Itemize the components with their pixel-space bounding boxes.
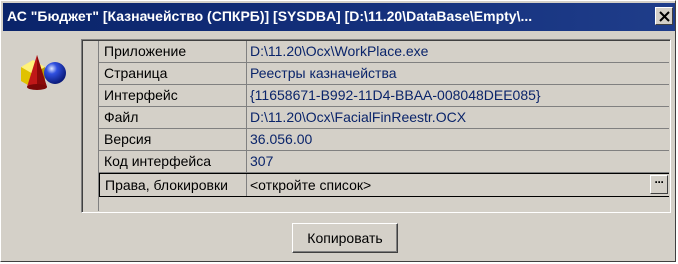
property-name: Версия	[99, 129, 247, 150]
properties-grid[interactable]: Приложение D:\11.20\Ocx\WorkPlace.exe Ст…	[81, 39, 671, 213]
table-row[interactable]: Приложение D:\11.20\Ocx\WorkPlace.exe	[99, 41, 669, 63]
property-name: Права, блокировки	[99, 174, 247, 196]
property-name: Файл	[99, 107, 247, 128]
property-value[interactable]: <откройте список>	[247, 174, 669, 196]
table-row-selected[interactable]: Права, блокировки <откройте список> ···	[99, 173, 669, 197]
table-row[interactable]: Страница Реестры казначейства	[99, 63, 669, 85]
property-name: Приложение	[99, 41, 247, 62]
table-row[interactable]: Код интерфейса 307	[99, 151, 669, 173]
property-name: Интерфейс	[99, 85, 247, 106]
window-title: АС "Бюджет" [Казначейство (СПКРБ)] [SYSD…	[7, 8, 533, 24]
table-row[interactable]: Файл D:\11.20\Ocx\FacialFinReestr.OCX	[99, 107, 669, 129]
ellipsis-button[interactable]: ···	[650, 175, 668, 194]
property-name: Страница	[99, 63, 247, 84]
property-value[interactable]: {11658671-B992-11D4-BBAA-008048DEE085}	[247, 85, 669, 106]
property-value[interactable]: D:\11.20\Ocx\WorkPlace.exe	[247, 41, 669, 62]
dialog-window: АС "Бюджет" [Казначейство (СПКРБ)] [SYSD…	[0, 0, 676, 262]
property-name: Код интерфейса	[99, 151, 247, 172]
property-value[interactable]: 36.056.00	[247, 129, 669, 150]
table-row[interactable]: Версия 36.056.00	[99, 129, 669, 151]
properties-rows: Приложение D:\11.20\Ocx\WorkPlace.exe Ст…	[99, 41, 669, 197]
row-indicator-column	[83, 41, 99, 211]
table-row[interactable]: Интерфейс {11658671-B992-11D4-BBAA-00804…	[99, 85, 669, 107]
property-value[interactable]: D:\11.20\Ocx\FacialFinReestr.OCX	[247, 107, 669, 128]
grid-frame: Приложение D:\11.20\Ocx\WorkPlace.exe Ст…	[82, 40, 670, 212]
title-bar[interactable]: АС "Бюджет" [Казначейство (СПКРБ)] [SYSD…	[3, 3, 675, 31]
close-button[interactable]	[655, 7, 673, 25]
close-icon	[659, 11, 670, 22]
property-value[interactable]: Реестры казначейства	[247, 63, 669, 84]
property-value[interactable]: 307	[247, 151, 669, 172]
shapes-icon	[15, 47, 75, 103]
copy-button[interactable]: Копировать	[292, 223, 398, 253]
